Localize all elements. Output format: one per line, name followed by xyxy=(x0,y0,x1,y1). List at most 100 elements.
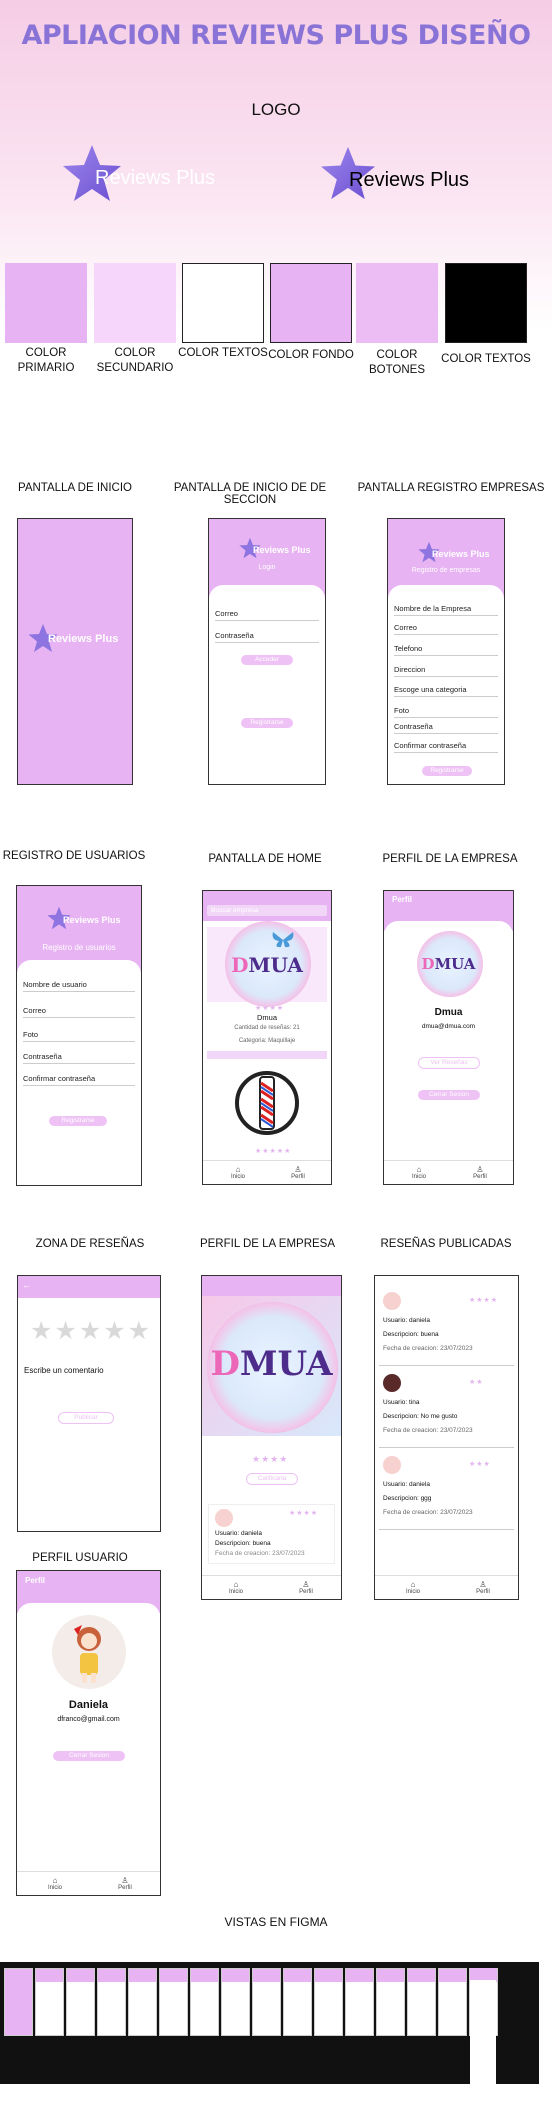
nav-profile[interactable]: ♙ Perfil xyxy=(286,1580,326,1595)
color-swatch-label: COLOR FONDO xyxy=(268,349,354,361)
figma-thumbnail xyxy=(283,1968,312,2036)
form-field[interactable]: Telefono xyxy=(394,644,498,656)
login-subtitle: Login xyxy=(258,564,276,571)
nav-home-label: Inicio xyxy=(47,1885,62,1891)
avatar xyxy=(383,1292,401,1310)
reviews-count: Cantidad de reseñas: 21 xyxy=(234,1025,300,1031)
nav-profile[interactable]: ♙ Perfil xyxy=(460,1165,500,1180)
label-inicio: PANTALLA DE INICIO xyxy=(18,482,132,494)
screen-login: Reviews Plus Login Correo Contraseña Acc… xyxy=(208,518,326,785)
user-avatar xyxy=(52,1615,126,1689)
form-field[interactable]: Direccion xyxy=(394,665,498,677)
publish-button[interactable]: Publicar xyxy=(58,1412,114,1424)
color-swatch-label: COLOR TEXTOS xyxy=(441,353,531,365)
logo-brand-light: Reviews Plus xyxy=(95,167,216,189)
business-card-image: DMUA xyxy=(207,921,327,1007)
email-field[interactable]: Correo xyxy=(215,609,319,621)
screen-registro-empresas: Reviews Plus Registro de empresas Nombre… xyxy=(387,518,505,785)
figma-thumbnail xyxy=(252,1968,281,2036)
user-icon: ♙ xyxy=(479,1580,487,1589)
review-description: Descripcion: buena xyxy=(215,1540,271,1547)
nav-home[interactable]: ⌂ Inicio xyxy=(35,1876,75,1891)
rating-stars-input[interactable]: ★★★★★ xyxy=(30,1316,152,1346)
comment-label: Escribe un comentario xyxy=(24,1366,104,1375)
color-swatch-label: COLOR PRIMARIO xyxy=(17,347,75,374)
nav-home[interactable]: ⌂ Inicio xyxy=(218,1165,258,1180)
view-reviews-button[interactable]: Ver Reseñas xyxy=(418,1057,480,1069)
home-icon: ⌂ xyxy=(233,1580,239,1589)
label-figma: VISTAS EN FIGMA xyxy=(224,1915,328,1929)
review-user: Usuario: daniela xyxy=(383,1481,430,1488)
rate-button[interactable]: Calificarla xyxy=(246,1473,298,1485)
form-field[interactable]: Confirmar contraseña xyxy=(23,1074,135,1086)
review-user: Usuario: daniela xyxy=(215,1530,262,1537)
home-icon: ⌂ xyxy=(52,1876,58,1885)
home-icon: ⌂ xyxy=(416,1165,422,1174)
avatar xyxy=(215,1509,233,1527)
label-resenas-publicadas: RESEÑAS PUBLICADAS xyxy=(380,1238,512,1250)
nav-profile-label: Perfil xyxy=(473,1174,487,1180)
user-email: dfranco@gmail.com xyxy=(57,1716,120,1723)
back-arrow-icon[interactable]: ← xyxy=(22,1280,31,1290)
brand-name: Reviews Plus xyxy=(432,549,490,559)
avatar xyxy=(383,1456,401,1474)
nav-profile-label: Perfil xyxy=(118,1885,132,1891)
nav-profile-label: Perfil xyxy=(476,1589,490,1595)
nav-home[interactable]: ⌂ Inicio xyxy=(216,1580,256,1595)
anime-avatar-icon xyxy=(74,1625,101,1683)
business-cover-image: DMUA xyxy=(202,1296,341,1436)
form-field[interactable]: Foto xyxy=(394,706,498,718)
form-field[interactable]: Correo xyxy=(23,1006,135,1018)
butterfly-icon xyxy=(272,932,294,948)
review-date: Fecha de creacion: 23/07/2023 xyxy=(215,1550,305,1557)
password-field[interactable]: Contraseña xyxy=(215,631,319,643)
brand-name: Reviews Plus xyxy=(253,545,311,555)
search-input[interactable]: Buscar empresa xyxy=(207,905,327,916)
form-field[interactable]: Nombre de usuario xyxy=(23,980,135,992)
header-title: Perfil xyxy=(392,895,413,904)
nav-home[interactable]: ⌂ Inicio xyxy=(399,1165,439,1180)
dmua-logo-text: DMUA xyxy=(231,953,303,977)
business-card-image-2 xyxy=(207,1063,327,1145)
figma-thumbnail xyxy=(438,1968,467,2036)
review-card: ★★ Usuario: tina Descripcion: No me gusto F… xyxy=(379,1372,514,1448)
label-perfil-usuario: PERFIL USUARIO xyxy=(32,1552,128,1564)
form-field[interactable]: Contraseña xyxy=(23,1052,135,1064)
color-swatch xyxy=(182,263,264,343)
form-field[interactable]: Correo xyxy=(394,623,498,635)
user-icon: ♙ xyxy=(121,1876,129,1885)
logout-button[interactable]: Cerrar Sesion xyxy=(53,1751,125,1761)
register-button[interactable]: Registrarse xyxy=(422,766,472,776)
login-button[interactable]: Acceder xyxy=(241,655,293,665)
review-user: Usuario: tina xyxy=(383,1399,420,1406)
register-button[interactable]: Registrarse xyxy=(49,1116,107,1126)
rating-stars: ★★★ xyxy=(469,1461,491,1468)
register-button[interactable]: Registrarse xyxy=(241,718,293,728)
color-swatch xyxy=(356,263,438,343)
rating-stars: ★★★★ xyxy=(255,1005,285,1012)
figma-thumbnail xyxy=(66,1968,95,2036)
form-field[interactable]: Contraseña xyxy=(394,722,498,734)
business-name: Dmua xyxy=(256,1013,277,1022)
review-user: Usuario: daniela xyxy=(383,1317,430,1324)
user-icon: ♙ xyxy=(476,1165,484,1174)
form-field[interactable]: Escoge una categoria xyxy=(394,685,498,697)
figma-thumbnail xyxy=(35,1968,64,2036)
nav-profile[interactable]: ♙ Perfil xyxy=(278,1165,318,1180)
nav-profile[interactable]: ♙ Perfil xyxy=(105,1876,145,1891)
nav-home-label: Inicio xyxy=(411,1174,426,1180)
register-subtitle: Registro de usuarios xyxy=(42,943,116,952)
form-field[interactable]: Foto xyxy=(23,1030,135,1042)
rating-stars: ★★★★★ xyxy=(255,1148,292,1155)
nav-home[interactable]: ⌂ Inicio xyxy=(393,1580,433,1595)
nav-profile[interactable]: ♙ Perfil xyxy=(463,1580,503,1595)
form-field[interactable]: Confirmar contraseña xyxy=(394,741,498,753)
color-swatch-label: COLOR TEXTOS xyxy=(178,347,268,359)
logout-button[interactable]: Cerrar Sesion xyxy=(418,1090,480,1100)
color-swatch-label: COLOR SECUNDARIO xyxy=(96,347,174,374)
figma-thumbnail xyxy=(97,1968,126,2036)
label-perfil-empresa-2: PERFIL DE LA EMPRESA xyxy=(199,1238,336,1250)
form-field[interactable]: Nombre de la Empresa xyxy=(394,604,498,616)
figma-thumbnail xyxy=(345,1968,374,2036)
figma-thumbnails xyxy=(0,1962,539,2084)
